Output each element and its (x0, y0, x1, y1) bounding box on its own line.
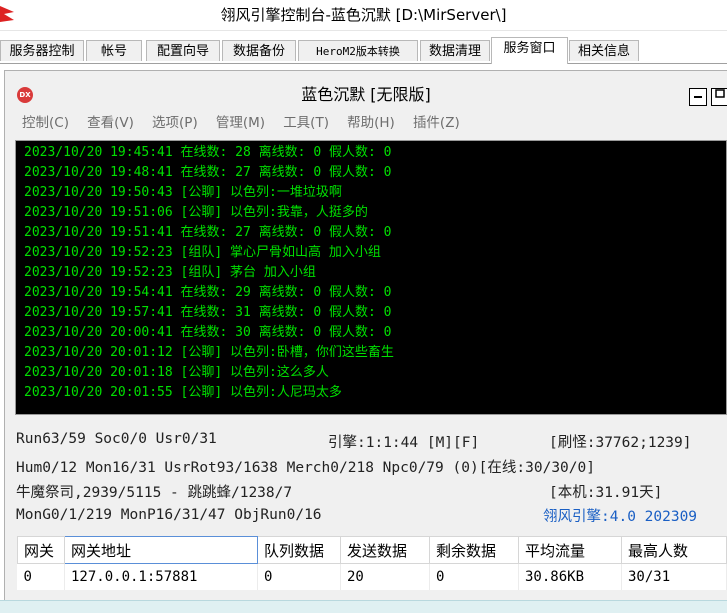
maximize-icon (715, 89, 725, 98)
col-queue-data[interactable]: 队列数据 (257, 536, 341, 564)
menu-manage[interactable]: 管理(M) (216, 112, 265, 134)
status-local-uptime: [本机:31.91天] (549, 485, 663, 501)
engine-version: 翎风引擎:4.0 202309 (543, 509, 698, 525)
col-gateway-address[interactable]: 网关地址 (64, 536, 258, 564)
tab-data-cleanup[interactable]: 数据清理 (420, 40, 490, 61)
menu-plugins[interactable]: 插件(Z) (413, 112, 460, 134)
menu-options[interactable]: 选项(P) (152, 112, 198, 134)
tab-server-control[interactable]: 服务器控制 (0, 40, 84, 61)
minimize-icon (694, 96, 702, 98)
log-line: 2023/10/20 20:01:18 [公聊] 以色列:这么多人 (24, 365, 329, 380)
cell-sent-data: 20 (340, 563, 430, 590)
cell-gateway-address: 127.0.0.1:57881 (64, 563, 258, 590)
status-boss: 牛魔祭司,2939/5115 - 跳跳蜂/1238/7 (16, 485, 293, 501)
cell-gateway: 0 (17, 563, 65, 590)
menu-view[interactable]: 查看(V) (87, 112, 134, 134)
app-logo-icon (0, 6, 14, 22)
maximize-button[interactable] (711, 88, 727, 106)
log-line: 2023/10/20 19:57:41 在线数: 31 离线数: 0 假人数: … (24, 305, 392, 320)
tab-about-info[interactable]: 相关信息 (569, 40, 639, 61)
window-title-bar[interactable]: 翎风引擎控制台-蓝色沉默 [D:\MirServer\] (0, 0, 727, 31)
log-line: 2023/10/20 19:51:41 在线数: 27 离线数: 0 假人数: … (24, 225, 392, 240)
col-sent-data[interactable]: 发送数据 (340, 536, 430, 564)
cell-avg-traffic: 30.86KB (518, 563, 622, 590)
col-max-users[interactable]: 最高人数 (621, 536, 727, 564)
log-line: 2023/10/20 20:00:41 在线数: 30 离线数: 0 假人数: … (24, 325, 392, 340)
service-window-title: 蓝色沉默 [无限版] (301, 85, 431, 104)
status-monster-refresh: [刷怪:37762;1239] (549, 435, 692, 451)
log-line: 2023/10/20 19:48:41 在线数: 27 离线数: 0 假人数: … (24, 165, 392, 180)
cell-remaining-data: 0 (429, 563, 519, 590)
col-avg-traffic[interactable]: 平均流量 (518, 536, 622, 564)
gateway-table: 网关 网关地址 队列数据 发送数据 剩余数据 平均流量 最高人数 0 127.0… (17, 536, 727, 590)
table-row[interactable]: 0 127.0.0.1:57881 0 20 0 30.86KB 30/31 (17, 563, 727, 590)
status-objects: MonG0/1/219 MonP16/31/47 ObjRun0/16 (16, 507, 322, 523)
cell-max-users: 30/31 (621, 563, 727, 590)
bottom-status-strip (0, 600, 727, 613)
service-window-panel: DX 蓝色沉默 [无限版] 控制(C) 查看(V) 选项(P) 管理(M) 工具… (4, 70, 727, 607)
tab-config-wizard[interactable]: 配置向导 (146, 40, 220, 61)
tab-data-backup[interactable]: 数据备份 (222, 40, 296, 61)
menu-tools[interactable]: 工具(T) (283, 112, 329, 134)
status-engine-time: 引擎:1:1:44 [M][F] (328, 435, 480, 451)
tab-service-window[interactable]: 服务窗口 (491, 37, 568, 64)
main-tab-strip: 服务器控制 帐号 配置向导 数据备份 HeroM2版本转换 数据清理 服务窗口 … (0, 37, 727, 64)
col-remaining-data[interactable]: 剩余数据 (429, 536, 519, 564)
col-gateway[interactable]: 网关 (17, 536, 65, 564)
service-menu-bar: 控制(C) 查看(V) 选项(P) 管理(M) 工具(T) 帮助(H) 插件(Z… (22, 112, 474, 134)
log-line: 2023/10/20 20:01:55 [公聊] 以色列:人尼玛太多 (24, 385, 342, 400)
log-line: 2023/10/20 19:51:06 [公聊] 以色列:我靠，人挺多的 (24, 205, 368, 220)
menu-control[interactable]: 控制(C) (22, 112, 69, 134)
status-counts: Hum0/12 Mon16/31 UsrRot93/1638 Merch0/21… (16, 460, 595, 476)
log-line: 2023/10/20 20:01:12 [公聊] 以色列:卧槽，你们这些畜生 (24, 345, 394, 360)
tab-account[interactable]: 帐号 (86, 40, 142, 61)
minimize-button[interactable] (689, 88, 707, 106)
log-line: 2023/10/20 19:52:23 [组队] 掌心尸骨如山高 加入小组 (24, 245, 381, 260)
menu-help[interactable]: 帮助(H) (347, 112, 395, 134)
cell-queue-data: 0 (257, 563, 341, 590)
log-line: 2023/10/20 19:54:41 在线数: 29 离线数: 0 假人数: … (24, 285, 392, 300)
log-line: 2023/10/20 19:45:41 在线数: 28 离线数: 0 假人数: … (24, 145, 392, 160)
log-line: 2023/10/20 19:50:43 [公聊] 以色列:一堆垃圾啊 (24, 185, 342, 200)
server-log-console[interactable]: 2023/10/20 19:45:41 在线数: 28 离线数: 0 假人数: … (15, 140, 727, 415)
status-run: Run63/59 Soc0/0 Usr0/31 (16, 431, 217, 447)
tab-herom2-convert[interactable]: HeroM2版本转换 (298, 40, 418, 61)
window-title: 翎风引擎控制台-蓝色沉默 [D:\MirServer\] (220, 6, 507, 24)
log-line: 2023/10/20 19:52:23 [组队] 茅台 加入小组 (24, 265, 316, 280)
